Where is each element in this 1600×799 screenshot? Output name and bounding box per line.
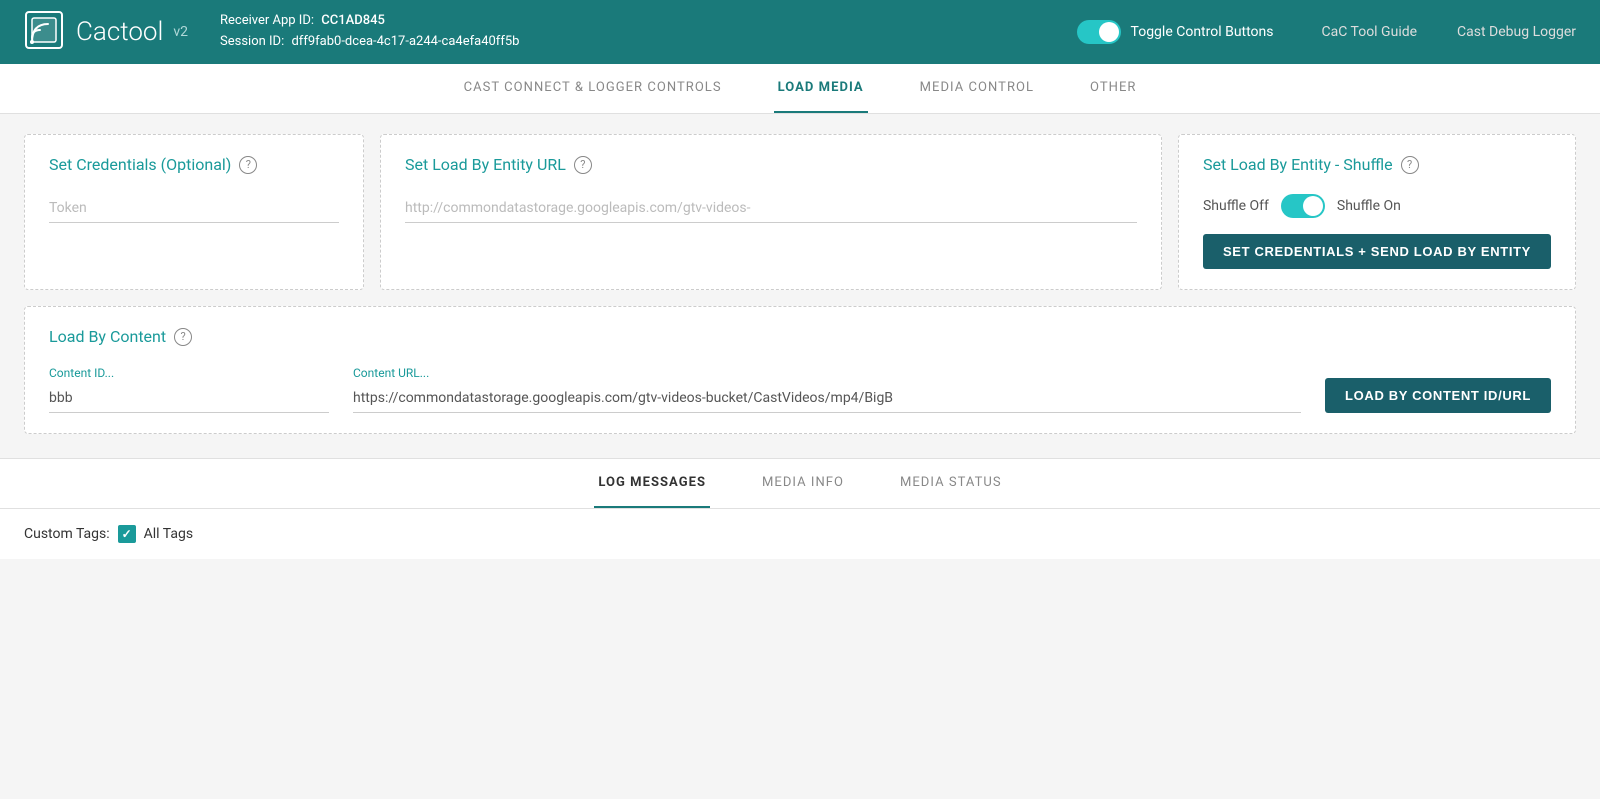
content-url-label: Content URL... (353, 366, 1301, 380)
toggle-control-buttons-switch[interactable] (1077, 20, 1121, 44)
bottom-tabs-bar: LOG MESSAGES MEDIA INFO MEDIA STATUS (0, 459, 1600, 509)
header-links: CaC Tool Guide Cast Debug Logger (1322, 24, 1577, 40)
bottom-section: LOG MESSAGES MEDIA INFO MEDIA STATUS Cus… (0, 458, 1600, 559)
session-label: Session ID: (220, 34, 284, 49)
load-content-card-title: Load By Content ? (49, 327, 1551, 346)
app-header: Cactool v2 Receiver App ID: CC1AD845 Ses… (0, 0, 1600, 64)
logo-area: Cactool v2 (24, 10, 188, 54)
top-cards-row: Set Credentials (Optional) ? Set Load By… (24, 134, 1576, 290)
content-id-group: Content ID... (49, 366, 329, 413)
tab-cast-connect[interactable]: CAST CONNECT & LOGGER CONTROLS (460, 64, 726, 113)
credentials-card: Set Credentials (Optional) ? (24, 134, 364, 290)
credentials-card-title: Set Credentials (Optional) ? (49, 155, 339, 174)
load-content-help-icon[interactable]: ? (174, 328, 192, 346)
logo-text: Cactool (76, 17, 163, 47)
cac-tool-guide-link[interactable]: CaC Tool Guide (1322, 24, 1418, 40)
entity-shuffle-help-icon[interactable]: ? (1401, 156, 1419, 174)
custom-tags-row: Custom Tags: All Tags (24, 525, 1576, 543)
toggle-control-buttons-section: Toggle Control Buttons (1077, 20, 1274, 44)
shuffle-toggle[interactable] (1281, 194, 1325, 218)
tab-load-media[interactable]: LOAD MEDIA (774, 64, 868, 113)
entity-url-card-title: Set Load By Entity URL ? (405, 155, 1137, 174)
content-id-input[interactable] (49, 384, 329, 413)
cast-icon (24, 10, 64, 54)
entity-url-input[interactable] (405, 194, 1137, 223)
credentials-help-icon[interactable]: ? (239, 156, 257, 174)
content-url-input[interactable] (353, 384, 1301, 413)
all-tags-label: All Tags (144, 526, 193, 542)
main-content: Set Credentials (Optional) ? Set Load By… (0, 114, 1600, 454)
toggle-control-label: Toggle Control Buttons (1131, 24, 1274, 40)
shuffle-off-label: Shuffle Off (1203, 198, 1269, 214)
bottom-content-area: Custom Tags: All Tags (0, 509, 1600, 559)
load-by-content-id-url-button[interactable]: LOAD BY CONTENT ID/URL (1325, 378, 1551, 413)
load-content-card: Load By Content ? Content ID... Content … (24, 306, 1576, 434)
cast-debug-logger-link[interactable]: Cast Debug Logger (1457, 24, 1576, 40)
receiver-id: CC1AD845 (321, 13, 385, 28)
all-tags-checkbox[interactable] (118, 525, 136, 543)
content-url-group: Content URL... (353, 366, 1301, 413)
session-info: Receiver App ID: CC1AD845 Session ID: df… (220, 11, 1077, 53)
tab-log-messages[interactable]: LOG MESSAGES (594, 459, 710, 508)
main-tabs-bar: CAST CONNECT & LOGGER CONTROLS LOAD MEDI… (0, 64, 1600, 114)
receiver-label: Receiver App ID: (220, 13, 314, 28)
tab-media-status[interactable]: MEDIA STATUS (896, 459, 1006, 508)
logo-version: v2 (173, 24, 188, 40)
tab-other[interactable]: OTHER (1086, 64, 1140, 113)
tab-media-control[interactable]: MEDIA CONTROL (916, 64, 1038, 113)
custom-tags-label: Custom Tags: (24, 526, 110, 542)
entity-url-help-icon[interactable]: ? (574, 156, 592, 174)
load-content-fields: Content ID... Content URL... LOAD BY CON… (49, 366, 1551, 413)
shuffle-on-label: Shuffle On (1337, 198, 1401, 214)
content-id-label: Content ID... (49, 366, 329, 380)
token-input[interactable] (49, 194, 339, 223)
tab-media-info[interactable]: MEDIA INFO (758, 459, 848, 508)
entity-url-card: Set Load By Entity URL ? (380, 134, 1162, 290)
shuffle-controls: Shuffle Off Shuffle On (1203, 194, 1551, 218)
set-credentials-send-load-by-entity-button[interactable]: SET CREDENTIALS + SEND LOAD BY ENTITY (1203, 234, 1551, 269)
entity-shuffle-card-title: Set Load By Entity - Shuffle ? (1203, 155, 1551, 174)
entity-shuffle-card: Set Load By Entity - Shuffle ? Shuffle O… (1178, 134, 1576, 290)
session-id: dff9fab0-dcea-4c17-a244-ca4efa40ff5b (291, 34, 519, 49)
